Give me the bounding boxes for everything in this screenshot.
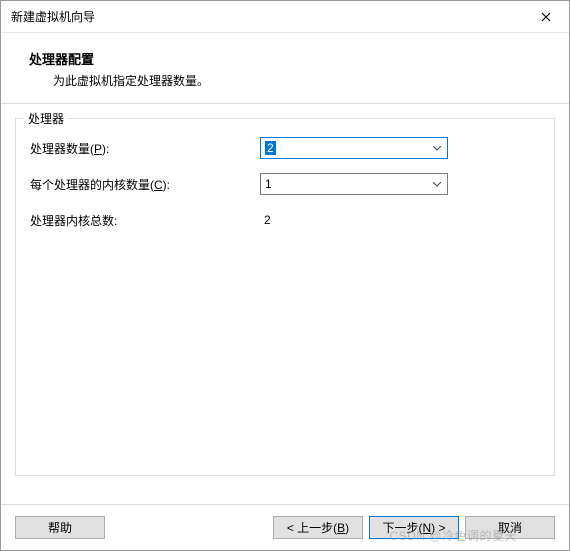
page-title: 处理器配置	[29, 49, 569, 68]
next-button[interactable]: 下一步(N) >	[369, 516, 459, 539]
close-icon	[541, 12, 551, 22]
processors-group: 处理器 处理器数量(P): 2 每个处理器的内核数量(C): 1	[15, 118, 555, 476]
combo-cores-value: 1	[265, 177, 272, 191]
row-cores-per-processor: 每个处理器的内核数量(C): 1	[30, 173, 540, 195]
combo-cores-per-processor[interactable]: 1	[260, 173, 448, 195]
group-title: 处理器	[24, 110, 68, 127]
label-cores-per-processor: 每个处理器的内核数量(C):	[30, 176, 260, 193]
footer: 帮助 < 上一步(B) 下一步(N) > 取消	[1, 504, 569, 550]
combo-processor-count-value: 2	[265, 141, 276, 155]
combo-processor-count[interactable]: 2	[260, 137, 448, 159]
wizard-header: 处理器配置 为此虚拟机指定处理器数量。	[1, 33, 569, 103]
row-processor-count: 处理器数量(P): 2	[30, 137, 540, 159]
label-processor-count: 处理器数量(P):	[30, 140, 260, 157]
value-total-cores: 2	[260, 213, 271, 227]
cancel-button[interactable]: 取消	[465, 516, 555, 539]
close-button[interactable]	[525, 2, 567, 32]
help-button[interactable]: 帮助	[15, 516, 105, 539]
titlebar: 新建虚拟机向导	[1, 1, 569, 33]
chevron-down-icon	[433, 182, 441, 187]
content-area: 处理器 处理器数量(P): 2 每个处理器的内核数量(C): 1	[1, 104, 569, 476]
window-title: 新建虚拟机向导	[11, 8, 95, 25]
label-total-cores: 处理器内核总数:	[30, 212, 260, 229]
page-subtitle: 为此虚拟机指定处理器数量。	[29, 72, 569, 89]
chevron-down-icon	[433, 146, 441, 151]
back-button[interactable]: < 上一步(B)	[273, 516, 363, 539]
row-total-cores: 处理器内核总数: 2	[30, 209, 540, 231]
